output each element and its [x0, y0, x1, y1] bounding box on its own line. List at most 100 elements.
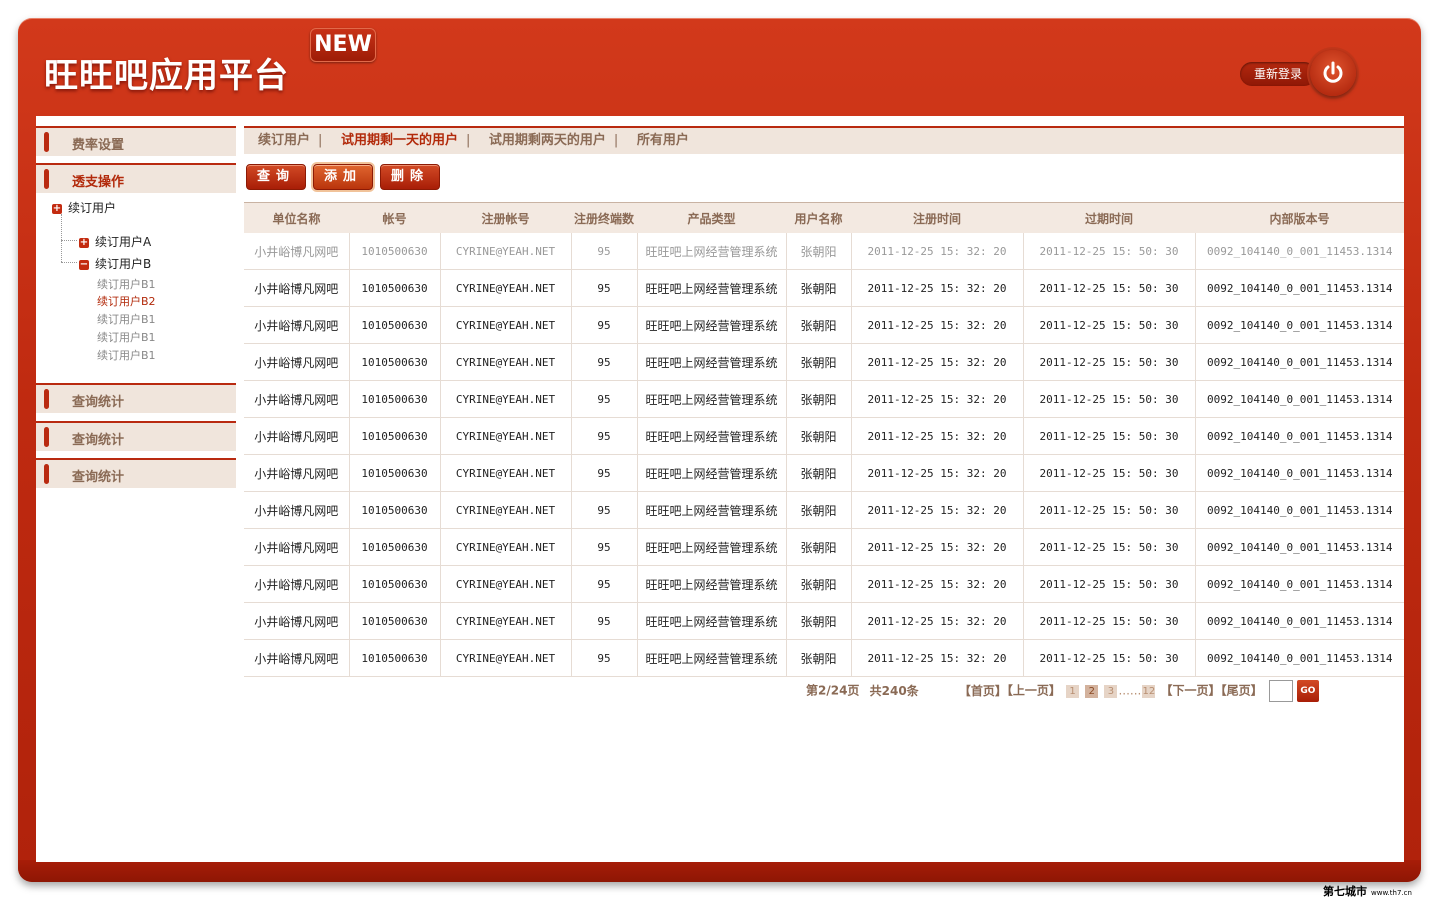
next-page-link[interactable]: 【下一页】	[1161, 684, 1221, 698]
go-button[interactable]: GO	[1296, 680, 1319, 702]
table-cell: 张朝阳	[786, 269, 852, 307]
tab-all-users[interactable]: 所有用户	[637, 133, 689, 148]
table-cell: 张朝阳	[786, 528, 852, 566]
table-cell: 张朝阳	[786, 454, 852, 492]
power-icon[interactable]	[1310, 50, 1356, 96]
table-cell: 旺旺吧上网经营管理系统	[637, 306, 787, 344]
table-cell: 2011-12-25 15: 50: 30	[1023, 417, 1196, 455]
table-row[interactable]: 小井峪博凡网吧 1010500630 CYRINE@YEAH.NET 95 旺旺吧上网经…	[244, 602, 1404, 640]
table-cell: 张朝阳	[786, 417, 852, 455]
table-cell: 95	[571, 343, 638, 381]
table-cell: 张朝阳	[786, 343, 852, 381]
table-cell: 2011-12-25 15: 50: 30	[1023, 528, 1196, 566]
sidebar-section-stats-1[interactable]: 查询统计	[36, 383, 236, 413]
sidebar-section-label: 透支操作	[72, 175, 125, 190]
table-cell: 2011-12-25 15: 32: 20	[851, 565, 1024, 603]
tree-node-label: 续订用户A	[95, 235, 152, 249]
table-cell: 小井峪博凡网吧	[244, 233, 350, 270]
column-header: 帐号	[349, 202, 440, 233]
table-cell: 1010500630	[349, 233, 441, 270]
column-header: 用户名称	[786, 202, 851, 233]
sidebar-section-rate[interactable]: 费率设置	[36, 126, 236, 156]
table-cell: 95	[571, 528, 638, 566]
table-row[interactable]: 小井峪博凡网吧 1010500630 CYRINE@YEAH.NET 95 旺旺吧上网经…	[244, 343, 1404, 381]
table-cell: 旺旺吧上网经营管理系统	[637, 269, 787, 307]
table-row[interactable]: 小井峪博凡网吧 1010500630 CYRINE@YEAH.NET 95 旺旺吧上网经…	[244, 565, 1404, 603]
pagination: 第2/24页 共240条 【首页】【上一页】 1 2 3 ......12 【下一…	[806, 680, 1319, 702]
table-cell: 1010500630	[349, 454, 441, 492]
table-cell: 2011-12-25 15: 50: 30	[1023, 454, 1196, 492]
tab-trial-one-day[interactable]: 试用期剩一天的用户	[341, 133, 458, 148]
table-cell: 2011-12-25 15: 50: 30	[1023, 269, 1196, 307]
main-content: 费率设置 透支操作 + 续订用户 + 续订用户A − 续订用户B 续订用户B1 续订用…	[36, 116, 1404, 862]
tree-root-label: 续订用户	[68, 201, 117, 215]
table-row[interactable]: 小井峪博凡网吧 1010500630 CYRINE@YEAH.NET 95 旺旺吧上网经…	[244, 639, 1404, 677]
page-number[interactable]: 12	[1142, 684, 1156, 698]
query-button[interactable]: 查询	[246, 164, 306, 190]
user-table: 单位名称 帐号 注册帐号 注册终端数 产品类型 用户名称 注册时间 过期时间 内部版本号 小井峪…	[244, 202, 1404, 677]
table-cell: 2011-12-25 15: 50: 30	[1023, 491, 1196, 529]
page-number[interactable]: 3	[1104, 684, 1118, 698]
sidebar-section-label: 查询统计	[72, 433, 125, 448]
tree-leaf[interactable]: 续订用户B1	[97, 347, 156, 363]
column-header: 单位名称	[244, 202, 349, 233]
table-cell: 95	[571, 380, 638, 418]
table-cell: 张朝阳	[786, 639, 852, 677]
table-row[interactable]: 小井峪博凡网吧 1010500630 CYRINE@YEAH.NET 95 旺旺吧上网经…	[244, 380, 1404, 418]
page-summary: 第2/24页	[806, 683, 860, 698]
page-jump-input[interactable]	[1268, 680, 1293, 702]
table-cell: 2011-12-25 15: 32: 20	[851, 528, 1024, 566]
first-page-link[interactable]: 【首页】	[959, 684, 1007, 698]
expand-icon[interactable]: +	[79, 237, 89, 248]
tab-trial-two-days[interactable]: 试用期剩两天的用户	[489, 133, 606, 148]
table-cell: 1010500630	[349, 602, 441, 640]
delete-button[interactable]: 删除	[380, 164, 440, 190]
column-header: 注册终端数	[571, 202, 637, 233]
tree-node-b[interactable]: − 续订用户B	[79, 255, 151, 272]
table-cell: 2011-12-25 15: 32: 20	[851, 380, 1024, 418]
table-cell: 小井峪博凡网吧	[244, 565, 350, 603]
watermark: 第七城市 www.th7.cn	[1323, 883, 1412, 899]
table-cell: 95	[571, 565, 638, 603]
table-row[interactable]: 小井峪博凡网吧 1010500630 CYRINE@YEAH.NET 95 旺旺吧上网经…	[244, 269, 1404, 307]
tree-leaf[interactable]: 续订用户B1	[97, 329, 156, 345]
table-cell: 2011-12-25 15: 32: 20	[851, 491, 1024, 529]
table-row[interactable]: 小井峪博凡网吧 1010500630 CYRINE@YEAH.NET 95 旺旺吧上网经…	[244, 417, 1404, 455]
table-cell: 0092_104140_0_001_11453.1314	[1195, 639, 1404, 677]
table-cell: 小井峪博凡网吧	[244, 343, 350, 381]
collapse-icon[interactable]: −	[79, 259, 89, 270]
watermark-brand: 第七城市	[1323, 885, 1367, 898]
add-button[interactable]: 添加	[313, 164, 373, 190]
table-row[interactable]: 小井峪博凡网吧 1010500630 CYRINE@YEAH.NET 95 旺旺吧上网经…	[244, 491, 1404, 529]
page-number-current[interactable]: 2	[1085, 684, 1099, 698]
sidebar-section-overdraft[interactable]: 透支操作	[36, 163, 236, 193]
tree-leaf[interactable]: 续订用户B1	[97, 311, 156, 327]
tree-node-a[interactable]: + 续订用户A	[79, 233, 151, 250]
table-cell: 小井峪博凡网吧	[244, 454, 350, 492]
table-cell: 旺旺吧上网经营管理系统	[637, 233, 787, 270]
table-row[interactable]: 小井峪博凡网吧 1010500630 CYRINE@YEAH.NET 95 旺旺吧上网经…	[244, 306, 1404, 344]
table-row[interactable]: 小井峪博凡网吧 1010500630 CYRINE@YEAH.NET 95 旺旺吧上网经…	[244, 528, 1404, 566]
table-cell: 小井峪博凡网吧	[244, 306, 350, 344]
tree-leaf-selected[interactable]: 续订用户B2	[97, 293, 156, 309]
sidebar-section-stats-2[interactable]: 查询统计	[36, 421, 236, 451]
table-row[interactable]: 小井峪博凡网吧 1010500630 CYRINE@YEAH.NET 95 旺旺吧上网经…	[244, 454, 1404, 492]
table-cell: 0092_104140_0_001_11453.1314	[1195, 454, 1404, 492]
table-cell: CYRINE@YEAH.NET	[440, 380, 572, 418]
table-cell: 95	[571, 417, 638, 455]
table-body: 小井峪博凡网吧 1010500630 CYRINE@YEAH.NET 95 旺旺吧上网经…	[244, 233, 1404, 677]
expand-icon[interactable]: +	[52, 203, 62, 214]
table-cell: 1010500630	[349, 491, 441, 529]
relogin-button[interactable]: 重新登录	[1240, 62, 1316, 86]
column-header: 产品类型	[637, 202, 786, 233]
table-cell: 小井峪博凡网吧	[244, 491, 350, 529]
table-cell: 旺旺吧上网经营管理系统	[637, 343, 787, 381]
table-cell: 小井峪博凡网吧	[244, 639, 350, 677]
last-page-link[interactable]: 【尾页】	[1221, 684, 1263, 698]
prev-page-link[interactable]: 【上一页】	[1007, 684, 1061, 698]
tab-renewal-users[interactable]: 续订用户	[258, 133, 310, 148]
tree-leaf[interactable]: 续订用户B1	[97, 276, 156, 292]
sidebar-section-stats-3[interactable]: 查询统计	[36, 458, 236, 488]
page-number[interactable]: 1	[1066, 684, 1080, 698]
table-row[interactable]: 小井峪博凡网吧 1010500630 CYRINE@YEAH.NET 95 旺旺吧上网经…	[244, 233, 1404, 270]
